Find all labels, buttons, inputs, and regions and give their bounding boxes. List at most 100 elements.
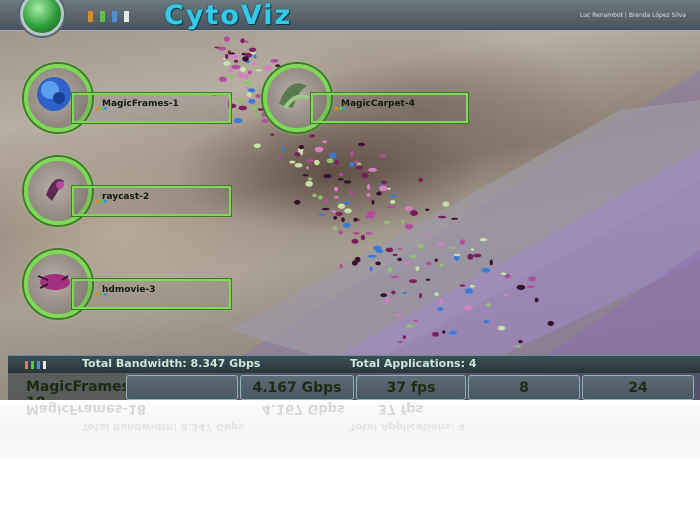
particle — [240, 38, 245, 44]
particle — [402, 291, 407, 294]
particle — [294, 152, 301, 157]
particle — [309, 134, 316, 138]
particle — [405, 223, 413, 230]
particle — [503, 293, 509, 296]
particle — [489, 259, 493, 266]
particle — [229, 52, 236, 55]
particle — [404, 206, 413, 212]
particle — [437, 242, 446, 246]
particle — [392, 253, 398, 257]
particle — [365, 232, 373, 235]
particle — [367, 254, 377, 258]
title-bar: CytoViz Luc Renambot | Brenda López Silv… — [0, 0, 700, 36]
app-stats-row[interactable]: MagicFrames-18 4.167 Gbps 37 fps 8 24 — [8, 372, 700, 400]
particle — [270, 133, 275, 136]
particle — [425, 233, 431, 236]
particle — [481, 268, 491, 273]
particle — [398, 247, 402, 250]
particle — [255, 93, 262, 99]
particle — [516, 284, 526, 290]
particle — [390, 199, 396, 204]
particle — [467, 253, 474, 260]
particle — [229, 75, 234, 79]
status-led — [43, 361, 46, 369]
particle — [385, 247, 394, 253]
particle — [518, 340, 523, 344]
particle — [234, 59, 239, 63]
particle — [434, 292, 439, 296]
visualization-canvas[interactable]: CytoViz Luc Renambot | Brenda López Silv… — [0, 0, 700, 400]
particle — [453, 253, 461, 257]
particle — [415, 266, 420, 271]
particle — [357, 142, 366, 147]
particle — [432, 331, 439, 337]
particle — [349, 190, 354, 196]
app-node-magicframes[interactable]: MagicFrames-1 — [24, 64, 231, 132]
row-cell-empty — [126, 375, 238, 400]
particle — [339, 263, 343, 269]
particle — [367, 211, 376, 216]
particle — [343, 222, 351, 228]
app-name: MagicFrames-1 — [102, 99, 179, 109]
particle — [244, 86, 249, 90]
particle — [246, 97, 251, 100]
particle — [305, 180, 313, 187]
particle — [376, 191, 382, 196]
total-applications: Total Applications: 4 — [350, 357, 477, 370]
particle — [383, 220, 390, 225]
particle — [419, 293, 422, 299]
credits-text: Luc Renambot | Brenda López Silva — [579, 12, 686, 19]
particle — [470, 248, 475, 251]
particle — [306, 166, 310, 170]
particle — [391, 290, 396, 295]
particle — [425, 208, 430, 211]
particle — [244, 40, 249, 43]
particle — [464, 305, 473, 311]
particle — [473, 253, 482, 258]
app-name: hdmovie-3 — [102, 285, 156, 295]
color-swatch — [112, 11, 117, 22]
app-node-raycast[interactable]: raycast-2 — [24, 157, 231, 225]
particle — [246, 91, 252, 98]
particle — [410, 210, 418, 216]
particle — [448, 330, 457, 335]
particle — [331, 210, 337, 214]
particle — [438, 215, 447, 219]
app-node-magiccarpet[interactable]: MagicCarpet-4 — [263, 64, 468, 132]
particle — [334, 195, 339, 199]
particle — [341, 217, 345, 222]
particle — [485, 302, 491, 307]
particle — [360, 234, 366, 241]
particle — [437, 307, 444, 312]
particle — [225, 53, 229, 60]
particle — [356, 252, 362, 255]
particle — [528, 276, 537, 282]
row-bandwidth: 4.167 Gbps — [240, 375, 354, 400]
particle — [425, 278, 431, 281]
particle — [448, 246, 457, 249]
particle — [343, 180, 352, 184]
particle — [349, 161, 355, 167]
particle — [534, 297, 539, 303]
particle — [526, 285, 535, 289]
particle — [332, 225, 338, 231]
particle — [368, 167, 378, 172]
row-fps: 37 fps — [356, 375, 466, 400]
particle — [402, 335, 407, 339]
particle — [389, 194, 399, 197]
particle — [401, 219, 405, 224]
particle — [339, 172, 343, 177]
particle — [381, 180, 387, 185]
particle — [337, 178, 345, 181]
app-node-hdmovie[interactable]: hdmovie-3 — [24, 250, 231, 318]
particle — [396, 340, 404, 344]
particle — [248, 98, 256, 104]
particle — [243, 73, 249, 80]
particle — [335, 211, 343, 216]
particle — [248, 70, 252, 75]
logo-button[interactable] — [20, 0, 64, 36]
particle — [371, 199, 375, 205]
particle — [322, 140, 327, 144]
color-swatch — [88, 11, 93, 22]
particle — [329, 152, 337, 159]
